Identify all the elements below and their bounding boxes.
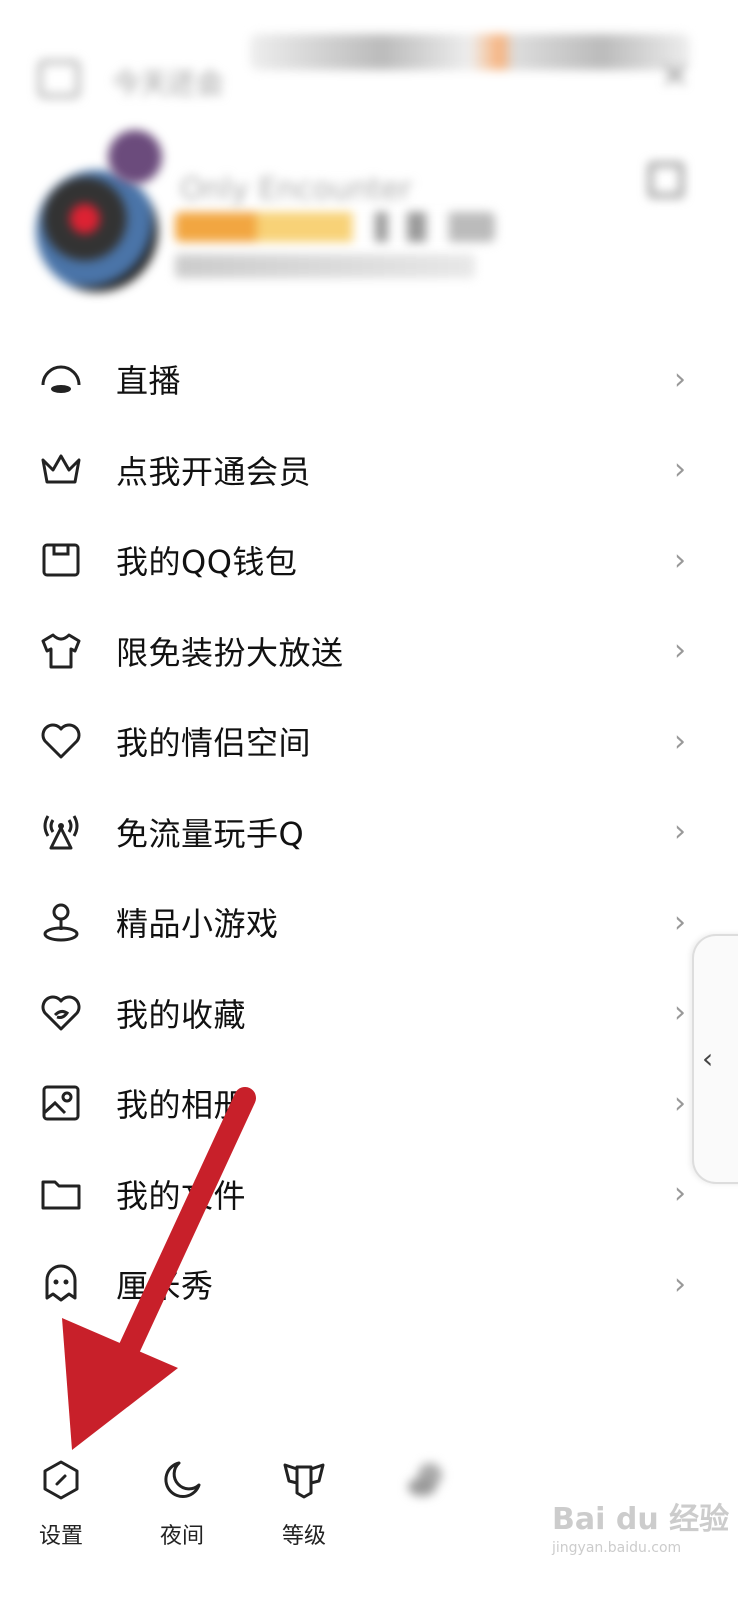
profile-name: Only Encounter <box>180 172 412 207</box>
chevron-right-icon: › <box>674 452 686 488</box>
live-icon <box>38 356 84 402</box>
level-icon <box>249 1450 359 1510</box>
status-icons <box>250 34 690 70</box>
menu-item-favorites[interactable]: 我的收藏 › <box>0 968 738 1059</box>
chevron-left-icon: ‹ <box>702 1042 714 1075</box>
settings-button[interactable]: 设置 <box>6 1450 116 1550</box>
menu-label: 精品小游戏 <box>116 905 279 944</box>
weather-icon <box>372 1450 482 1510</box>
weather-button[interactable] <box>372 1450 482 1518</box>
antenna-icon <box>38 809 84 855</box>
settings-label: 设置 <box>38 1524 83 1549</box>
level-label: 等级 <box>281 1524 326 1549</box>
menu-item-album[interactable]: 我的相册 › <box>0 1058 738 1149</box>
side-drawer-handle[interactable]: ‹ <box>692 934 738 1184</box>
tshirt-icon <box>38 628 84 674</box>
menu-label: 免流量玩手Q <box>116 814 305 853</box>
close-icon[interactable]: × <box>660 54 690 95</box>
avatar[interactable] <box>36 170 158 292</box>
chevron-right-icon: › <box>674 1266 686 1302</box>
crown-icon <box>38 447 84 493</box>
menu-item-vip[interactable]: 点我开通会员 › <box>0 425 738 516</box>
menu-list: 直播 › 点我开通会员 › 我的QQ钱包 › 限免装扮大放送 › 我的情侣空间 … <box>0 334 738 1330</box>
profile-card[interactable]: Only Encounter <box>0 120 738 300</box>
chevron-right-icon: › <box>674 361 686 397</box>
menu-label: 我的QQ钱包 <box>116 543 298 582</box>
chevron-right-icon: › <box>674 904 686 940</box>
baidu-watermark-url: jingyan.baidu.com <box>552 1540 682 1556</box>
menu-label: 限免装扮大放送 <box>116 633 344 672</box>
menu-label: 我的文件 <box>116 1176 247 1215</box>
night-mode-button[interactable]: 夜间 <box>127 1450 237 1550</box>
signature[interactable] <box>175 254 475 278</box>
chevron-right-icon: › <box>674 1085 686 1121</box>
menu-label: 点我开通会员 <box>116 452 312 491</box>
menu-label: 我的收藏 <box>116 995 247 1034</box>
night-label: 夜间 <box>159 1524 204 1549</box>
game-pin-icon <box>38 899 84 945</box>
moon-icon <box>127 1450 237 1510</box>
photo-icon <box>38 1080 84 1126</box>
folder-icon <box>38 1171 84 1217</box>
chevron-right-icon: › <box>674 723 686 759</box>
menu-label: 厘米秀 <box>116 1267 214 1306</box>
qr-code-icon[interactable] <box>648 162 684 198</box>
menu-item-couple-space[interactable]: 我的情侣空间 › <box>0 696 738 787</box>
menu-item-live[interactable]: 直播 › <box>0 334 738 425</box>
wallet-icon <box>38 537 84 583</box>
settings-icon <box>6 1450 116 1510</box>
heart-icon <box>38 718 84 764</box>
menu-item-wallet[interactable]: 我的QQ钱包 › <box>0 515 738 606</box>
menu-label: 直播 <box>116 362 182 401</box>
menu-label: 我的相册 <box>116 1086 247 1125</box>
top-bar: 今天还会 × <box>0 0 738 120</box>
chevron-right-icon: › <box>674 995 686 1031</box>
level-badges <box>175 212 495 242</box>
menu-item-files[interactable]: 我的文件 › <box>0 1149 738 1240</box>
chevron-right-icon: › <box>674 814 686 850</box>
header-title: 今天还会 <box>112 67 225 100</box>
chevron-right-icon: › <box>674 1176 686 1212</box>
menu-label: 我的情侣空间 <box>116 724 312 763</box>
chevron-right-icon: › <box>674 633 686 669</box>
avatar-decoration <box>108 130 162 184</box>
ghost-icon <box>38 1261 84 1307</box>
menu-item-cm-show[interactable]: 厘米秀 › <box>0 1239 738 1330</box>
menu-item-dressup[interactable]: 限免装扮大放送 › <box>0 606 738 697</box>
menu-item-free-data[interactable]: 免流量玩手Q › <box>0 787 738 878</box>
baidu-watermark: Bai du 经验 <box>552 1502 730 1537</box>
level-button[interactable]: 等级 <box>249 1450 359 1550</box>
scan-icon[interactable] <box>38 60 80 98</box>
chevron-right-icon: › <box>674 542 686 578</box>
favorite-heart-icon <box>38 990 84 1036</box>
menu-item-mini-games[interactable]: 精品小游戏 › <box>0 877 738 968</box>
